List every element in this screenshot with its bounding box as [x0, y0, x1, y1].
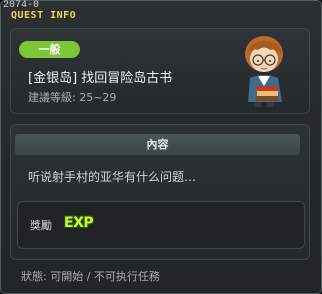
- quest-name: [金银岛] 找回冒险岛古书: [28, 71, 173, 86]
- exp-reward-icon: EXP: [64, 215, 94, 231]
- window-title: QUEST INFO: [11, 10, 77, 21]
- reward-label: 獎勵: [30, 219, 52, 232]
- npc-scholar-portrait-icon: [245, 36, 283, 107]
- quest-summary-text: 听说射手村的亚华有什么问题…: [28, 170, 197, 184]
- level-requirement: 建議等級: 25~29: [28, 91, 117, 104]
- content-header: 內容: [15, 134, 300, 155]
- quest-category-badge: 一般: [19, 41, 80, 58]
- reward-box: [17, 201, 305, 249]
- quest-status: 狀態: 可開始 / 不可执行任務: [21, 270, 160, 283]
